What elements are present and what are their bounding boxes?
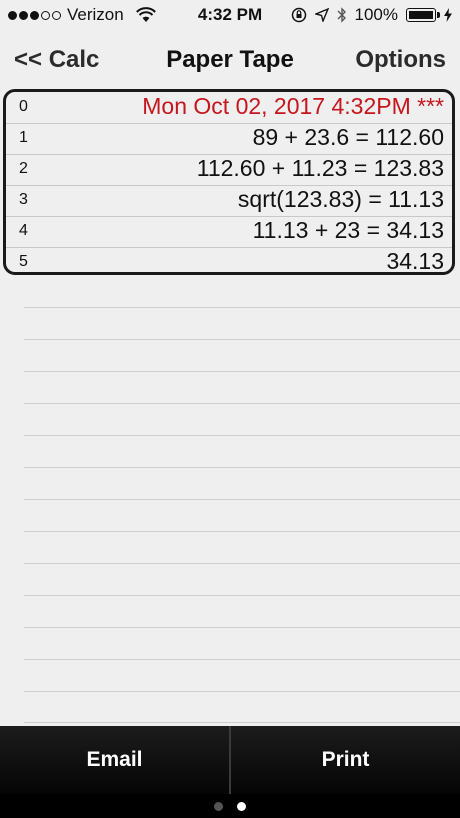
nav-bar: << Calc Paper Tape Options [0, 40, 460, 84]
paper-line [24, 467, 460, 468]
tape-row[interactable]: 5 34.13 [6, 247, 452, 274]
print-button[interactable]: Print [231, 726, 460, 794]
paper-tape-screen: Verizon 4:32 PM 100% << Calc Paper Tape … [0, 0, 460, 818]
tape-row[interactable]: 0 Mon Oct 02, 2017 4:32PM *** [6, 92, 452, 124]
status-right: 100% [291, 5, 452, 25]
paper-line [24, 722, 460, 723]
paper-line [24, 307, 460, 308]
row-entry: 89 + 23.6 = 112.60 [252, 124, 444, 150]
page-dot[interactable] [214, 801, 223, 811]
paper-line [24, 691, 460, 692]
charging-bolt-icon [444, 8, 452, 22]
row-number: 0 [19, 98, 28, 115]
row-entry: 112.60 + 11.23 = 123.83 [196, 155, 444, 181]
battery-percent: 100% [354, 5, 398, 24]
status-bar: Verizon 4:32 PM 100% [0, 0, 460, 32]
tape-row[interactable]: 4 11.13 + 23 = 34.13 [6, 216, 452, 248]
row-number: 4 [19, 222, 28, 239]
row-number: 3 [19, 191, 28, 208]
row-number: 2 [19, 160, 28, 177]
row-number: 1 [19, 129, 28, 146]
paper-line [24, 563, 460, 564]
paper-line [24, 627, 460, 628]
paper-line [24, 435, 460, 436]
rotation-lock-icon [291, 7, 306, 23]
options-button[interactable]: Options [355, 46, 446, 74]
bluetooth-icon [337, 7, 346, 23]
paper-line [24, 403, 460, 404]
paper-line [24, 659, 460, 660]
row-entry: sqrt(123.83) = 11.13 [237, 186, 444, 212]
row-entry: Mon Oct 02, 2017 4:32PM *** [142, 93, 444, 119]
row-number: 5 [19, 253, 28, 270]
paper-line [24, 339, 460, 340]
paper-line [24, 371, 460, 372]
tape-row[interactable]: 1 89 + 23.6 = 112.60 [6, 123, 452, 155]
paper-line [24, 531, 460, 532]
page-control[interactable] [0, 794, 460, 818]
location-arrow-icon [314, 8, 329, 22]
battery-icon [406, 8, 440, 22]
tape-row[interactable]: 2 112.60 + 11.23 = 123.83 [6, 154, 452, 186]
empty-paper-area [24, 276, 460, 724]
paper-line [24, 499, 460, 500]
row-entry: 34.13 [386, 248, 444, 274]
paper-line [24, 595, 460, 596]
bottom-toolbar: Email Print [0, 726, 460, 794]
page-dot-active[interactable] [237, 801, 246, 811]
email-button[interactable]: Email [0, 726, 229, 794]
tape-box[interactable]: 0 Mon Oct 02, 2017 4:32PM *** 1 89 + 23.… [3, 89, 455, 275]
tape-row[interactable]: 3 sqrt(123.83) = 11.13 [6, 185, 452, 217]
row-entry: 11.13 + 23 = 34.13 [252, 217, 444, 243]
